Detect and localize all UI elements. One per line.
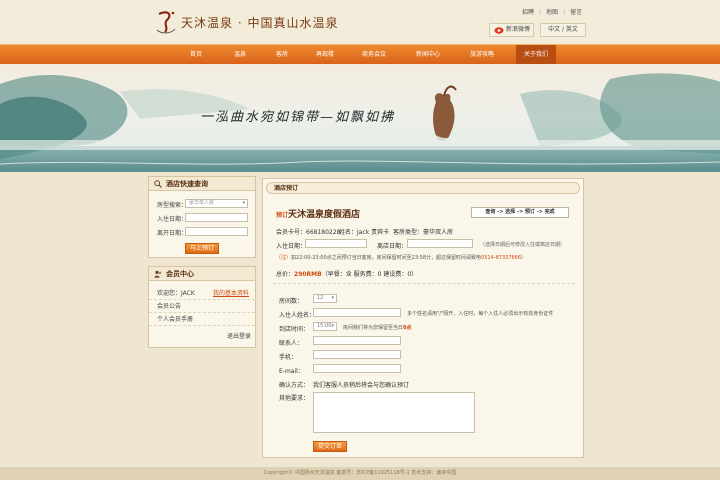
mobile-input[interactable] [313, 350, 401, 359]
main-nav: 首页 温泉 客房 再现楼 商务会议 新闻中心 旅游攻略 关于我们 [0, 44, 720, 64]
booking-notice: （注）如22:00-23:00点之间预订当日客房，房间保留时间至23:58分，超… [276, 254, 526, 261]
chevron-down-icon: ▾ [331, 295, 334, 301]
arrival-time-value: 15:00 [317, 323, 332, 329]
arrival-time-select[interactable]: 15:00 ▾ [313, 322, 337, 331]
guest-name-hint: 多个姓名请用"/"隔开，入住时，每个入住人必须出示有效身份证件 [407, 311, 554, 317]
banner-slogan: 一泓曲水宛如锦带—如飘如拂 [200, 110, 396, 125]
content-area: 酒店快速查询 房型搜索： 豪华单人房 ▾ 入住日期： 离开日期： 马上预订 会员… [0, 172, 720, 467]
quick-search-title: 酒店快速查询 [166, 180, 208, 188]
logo-icon [156, 11, 176, 34]
header: 天沐温泉 · 中国真山水温泉 招聘 | 地图 | 留言 新浪微博 中文 / 英文 [0, 0, 720, 44]
booking-header: 酒店预订 [266, 182, 580, 194]
language-switch[interactable]: 中文 / 英文 [540, 23, 586, 37]
link-jobs[interactable]: 招聘 [522, 9, 534, 16]
notice-end: ） [521, 255, 527, 261]
member-notice-link[interactable]: 会员公告 [149, 300, 255, 313]
link-map[interactable]: 地图 [546, 9, 558, 16]
nav-news[interactable]: 新闻中心 [410, 45, 446, 64]
weibo-icon [494, 27, 504, 34]
checkin-date-label: 入住日期： [276, 243, 307, 250]
checkin-input[interactable] [185, 213, 248, 222]
footer: Copyright© 中国扬州天沐温泉 备案号：苏ICP备11025118号-1… [0, 467, 720, 480]
submit-order-button[interactable]: 提交订单 [313, 441, 347, 452]
arrival-time-label: 到店时间： [279, 326, 310, 333]
contact-label: 联系人： [279, 340, 304, 347]
breadcrumb: 酒店预订 [274, 185, 299, 192]
checkout-date-input[interactable] [407, 239, 473, 248]
member-number: 会员卡号：668180228 [276, 229, 341, 236]
checkin-date-input[interactable] [305, 239, 367, 248]
notice-text: 如22:00-23:00点之间预订当日客房，房间保留时间至23:58分，超过保留… [291, 255, 482, 261]
nav-restaurant[interactable]: 再现楼 [310, 45, 340, 64]
link-message[interactable]: 留言 [570, 9, 582, 16]
room-type-value: 豪华单人房 [189, 200, 215, 206]
room-type: 客房类型：豪华双人房 [393, 229, 454, 236]
member-name: 姓名：Jack 贵宾卡 [339, 229, 390, 236]
member-welcome-row: 欢迎您：JACK 我的基本资料 [149, 287, 255, 300]
total-row: 总价：290RMB（早餐：含 服务费：0 建设费：0） [276, 269, 417, 278]
nav-travel[interactable]: 旅游攻略 [464, 45, 500, 64]
member-manual-link[interactable]: 个人会员手册 [149, 313, 255, 326]
member-center-panel: 会员中心 欢迎您：JACK 我的基本资料 会员公告 个人会员手册 退出登录 [148, 266, 256, 348]
mobile-label: 手机： [279, 354, 298, 361]
room-type-select[interactable]: 豪华单人房 ▾ [185, 199, 248, 208]
rooms-label: 房间数： [279, 298, 304, 305]
top-links: 招聘 | 地图 | 留言 [522, 9, 583, 16]
arrival-hint-time: 8点 [403, 325, 412, 331]
notice-phone: 0514-87337666 [481, 255, 522, 261]
chevron-down-icon: ▾ [331, 323, 334, 329]
arrival-hint: 房间我们将为您保留至当日8点 [343, 324, 412, 331]
weibo-button[interactable]: 新浪微博 [489, 23, 534, 37]
guest-name-label: 入住人姓名： [279, 312, 316, 319]
chevron-down-icon: ▾ [242, 200, 245, 206]
contact-input[interactable] [313, 336, 401, 345]
nav-rooms[interactable]: 客房 [268, 45, 296, 64]
member-welcome: 欢迎您：JACK [157, 290, 195, 297]
booking-panel: 酒店预订 预订 天沐温泉度假酒店 查询 -> 选择 -> 预订 -> 完成 会员… [262, 178, 584, 458]
brand-tagline: 天沐温泉 · 中国真山水温泉 [181, 16, 339, 30]
other-requests-textarea[interactable] [313, 392, 475, 433]
total-label: 总价： [276, 271, 295, 278]
arrival-hint-text: 房间我们将为您保留至当日 [343, 325, 404, 331]
logout-link[interactable]: 退出登录 [227, 331, 251, 340]
quick-book-button[interactable]: 马上预订 [185, 243, 219, 254]
quick-search-header: 酒店快速查询 [149, 177, 255, 191]
total-value: 290RMB [294, 271, 322, 278]
member-center-header: 会员中心 [149, 267, 255, 281]
email-label: E-mail： [279, 368, 304, 375]
member-center-title: 会员中心 [166, 270, 194, 278]
my-profile-link[interactable]: 我的基本资料 [213, 287, 249, 300]
weibo-label: 新浪微博 [506, 26, 531, 33]
rooms-select[interactable]: 12 ▾ [313, 294, 337, 303]
email-input[interactable] [313, 364, 401, 373]
divider [273, 283, 575, 284]
date-hint: （选择日期后可修改入住或离店日期） [480, 242, 566, 248]
nav-meetings[interactable]: 商务会议 [356, 45, 392, 64]
booking-tag: 预订 [276, 212, 289, 219]
checkout-input[interactable] [185, 227, 248, 236]
hotel-name: 天沐温泉度假酒店 [288, 210, 361, 220]
hero-banner: 一泓曲水宛如锦带—如飘如拂 [0, 64, 720, 172]
confirm-method-value: 我们客服人员稍后将会与您确认预订 [313, 382, 410, 389]
total-detail: （早餐：含 服务费：0 建设费：0） [321, 271, 418, 278]
checkout-date-label: 离店日期： [377, 243, 408, 250]
notice-prefix: （注） [276, 255, 292, 261]
rooms-value: 12 [317, 295, 324, 301]
booking-steps: 查询 -> 选择 -> 预订 -> 完成 [471, 207, 569, 218]
checkin-label: 入住日期： [157, 216, 188, 223]
room-type-label: 房型搜索： [157, 202, 188, 209]
search-icon [154, 180, 162, 188]
members-icon [154, 270, 162, 278]
nav-hotspring[interactable]: 温泉 [226, 45, 254, 64]
checkout-label: 离开日期： [157, 230, 188, 237]
nav-home[interactable]: 首页 [182, 45, 210, 64]
confirm-method-label: 确认方式： [279, 382, 310, 389]
other-requests-label: 其他要求： [279, 395, 310, 402]
nav-about[interactable]: 关于我们 [516, 45, 556, 64]
quick-search-panel: 酒店快速查询 房型搜索： 豪华单人房 ▾ 入住日期： 离开日期： 马上预订 [148, 176, 256, 258]
guest-name-input[interactable] [313, 308, 401, 317]
